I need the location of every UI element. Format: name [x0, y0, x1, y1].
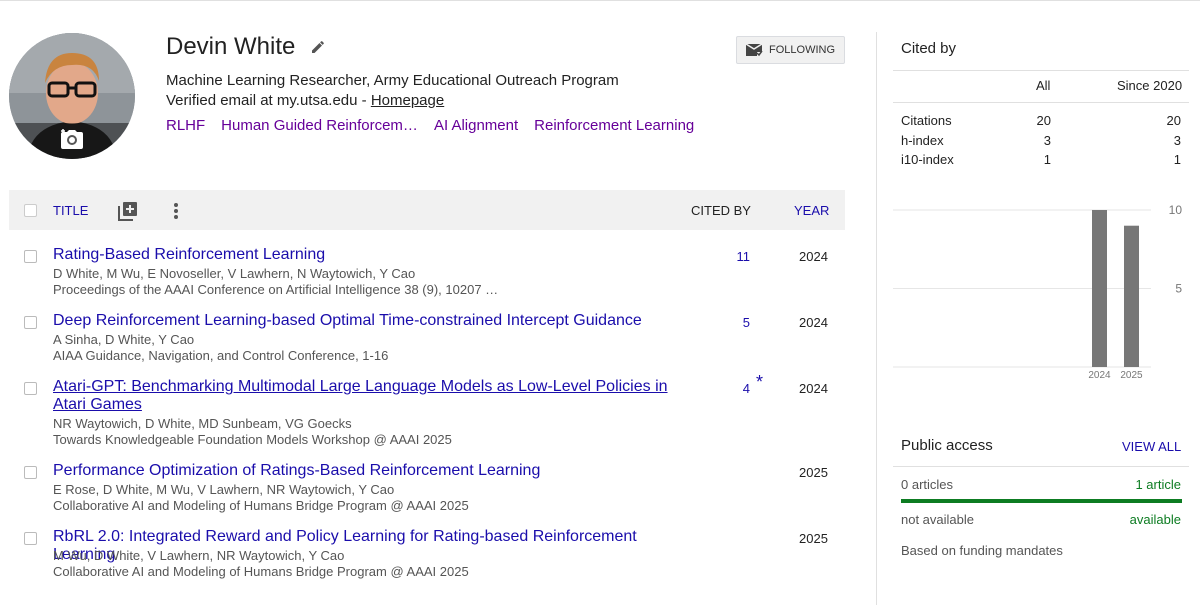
article-title[interactable]: Deep Reinforcement Learning-based Optima… — [53, 312, 673, 330]
stat-since: 20 — [1166, 113, 1181, 128]
interest-link[interactable]: AI Alignment — [434, 117, 518, 134]
chart-xtick-label: 2025 — [1120, 370, 1143, 381]
article-year: 2024 — [799, 249, 828, 264]
col-since-header: Since 2020 — [1117, 78, 1183, 93]
public-access-title: Public access — [901, 437, 993, 454]
article-checkbox[interactable] — [24, 466, 37, 479]
stat-all: 3 — [1043, 133, 1051, 148]
article-venue: Collaborative AI and Modeling of Humans … — [53, 564, 469, 579]
article-venue: Towards Knowledgeable Foundation Models … — [53, 432, 452, 447]
stat-label: i10-index — [901, 152, 954, 167]
article-title[interactable]: Rating-Based Reinforcement Learning — [53, 246, 673, 264]
article-cited-by[interactable]: 11 — [709, 249, 751, 264]
stat-since: 3 — [1173, 133, 1181, 148]
column-divider — [876, 32, 877, 605]
article-year: 2024 — [799, 315, 828, 330]
article-checkbox[interactable] — [24, 316, 37, 329]
divider — [893, 102, 1189, 103]
stat-all: 1 — [1043, 152, 1051, 167]
article-authors: NR Waytowich, D White, MD Sunbeam, VG Go… — [53, 416, 352, 431]
article-checkbox[interactable] — [24, 532, 37, 545]
profile-name: Devin White — [166, 33, 296, 60]
interests-list: RLHF Human Guided Reinforcem… AI Alignme… — [166, 117, 694, 134]
more-vert-icon[interactable] — [171, 201, 181, 226]
article-year: 2025 — [799, 531, 828, 546]
stat-label: h-index — [901, 133, 944, 148]
sort-by-year[interactable]: YEAR — [794, 203, 829, 218]
availability-bar — [901, 499, 1182, 503]
select-all-checkbox[interactable] — [24, 204, 37, 217]
article-row: Deep Reinforcement Learning-based Optima… — [9, 306, 845, 372]
article-checkbox[interactable] — [24, 250, 37, 263]
interest-link[interactable]: Reinforcement Learning — [534, 117, 694, 134]
interest-link[interactable]: Human Guided Reinforcem… — [221, 117, 418, 134]
homepage-link[interactable]: Homepage — [371, 92, 444, 109]
citations-chart: 10 5 2024 2025 — [893, 203, 1183, 381]
divider — [893, 70, 1189, 71]
funding-note: Based on funding mandates — [901, 543, 1063, 558]
view-all-link[interactable]: VIEW ALL — [1122, 439, 1181, 454]
article-checkbox[interactable] — [24, 382, 37, 395]
available-label: available — [1129, 512, 1181, 527]
sort-by-title[interactable]: TITLE — [53, 203, 88, 218]
chart-bar[interactable] — [1092, 210, 1107, 367]
col-all-header: All — [1036, 78, 1051, 93]
email-text: Verified email at my.utsa.edu - — [166, 92, 371, 109]
article-year: 2024 — [799, 381, 828, 396]
article-year: 2025 — [799, 465, 828, 480]
camera-icon[interactable] — [60, 128, 84, 150]
mail-check-icon — [745, 43, 763, 57]
cited-by-title: Cited by — [901, 40, 957, 57]
chart-bar[interactable] — [1124, 225, 1139, 367]
divider — [893, 466, 1189, 467]
top-divider — [0, 0, 1200, 1]
interest-link[interactable]: RLHF — [166, 117, 205, 134]
chart-ytick-label: 5 — [1175, 282, 1182, 296]
article-authors: A Sinha, D White, Y Cao — [53, 332, 195, 347]
following-label: FOLLOWING — [769, 44, 836, 56]
pencil-icon[interactable] — [309, 38, 327, 56]
article-title[interactable]: Atari-GPT: Benchmarking Multimodal Large… — [53, 378, 673, 414]
chart-xtick-label: 2024 — [1088, 370, 1111, 381]
not-available-label: not available — [901, 512, 974, 527]
article-authors: D White, M Wu, E Novoseller, V Lawhern, … — [53, 266, 416, 281]
cited-by-header: CITED BY — [691, 203, 751, 218]
articles-table-header: TITLE CITED BY YEAR — [9, 190, 845, 230]
stat-all: 20 — [1036, 113, 1051, 128]
article-star: * — [756, 372, 764, 392]
articles-list: Rating-Based Reinforcement Learning D Wh… — [9, 240, 845, 605]
article-row: Atari-GPT: Benchmarking Multimodal Large… — [9, 372, 845, 456]
article-venue: AIAA Guidance, Navigation, and Control C… — [53, 348, 389, 363]
profile-affiliation: Machine Learning Researcher, Army Educat… — [166, 72, 619, 89]
article-row: Performance Optimization of Ratings-Base… — [9, 456, 845, 522]
article-row: Rating-Based Reinforcement Learning D Wh… — [9, 240, 845, 306]
article-title[interactable]: Performance Optimization of Ratings-Base… — [53, 462, 673, 480]
article-venue: Proceedings of the AAAI Conference on Ar… — [53, 282, 499, 297]
profile-email: Verified email at my.utsa.edu - Homepage — [166, 92, 444, 109]
article-authors: E Rose, D White, M Wu, V Lawhern, NR Way… — [53, 482, 395, 497]
article-cited-by[interactable]: 4 — [709, 381, 750, 396]
add-article-icon[interactable] — [118, 201, 138, 226]
unavailable-count[interactable]: 0 articles — [901, 477, 953, 492]
profile-avatar[interactable] — [9, 33, 135, 159]
stat-since: 1 — [1173, 152, 1181, 167]
stat-label: Citations — [901, 113, 952, 128]
article-row: RbRL 2.0: Integrated Reward and Policy L… — [9, 522, 845, 605]
article-venue: Collaborative AI and Modeling of Humans … — [53, 498, 469, 513]
article-authors: M Wu, D White, V Lawhern, NR Waytowich, … — [53, 548, 345, 563]
article-cited-by[interactable]: 5 — [709, 315, 750, 330]
following-button[interactable]: FOLLOWING — [736, 36, 845, 64]
chart-ytick-label: 10 — [1169, 203, 1183, 217]
available-count[interactable]: 1 article — [1135, 477, 1181, 492]
